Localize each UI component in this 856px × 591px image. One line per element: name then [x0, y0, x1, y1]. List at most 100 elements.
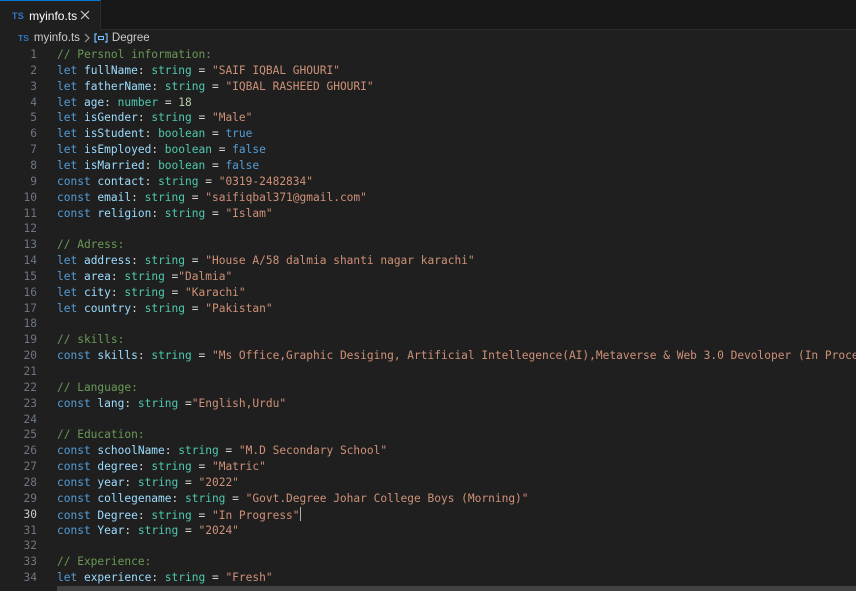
code-line[interactable]: 25 // Education: [0, 427, 856, 443]
code-line[interactable]: 24 [0, 412, 856, 428]
code-token: boolean [164, 143, 212, 157]
code-token: : [144, 174, 159, 188]
code-token: string [137, 523, 179, 537]
code-line[interactable]: 13 // Adress: [0, 237, 856, 253]
code-token: string [144, 254, 186, 268]
code-token: = [191, 508, 212, 522]
code-line[interactable]: 10 const email: string = "saifiqbal371@gm… [0, 190, 856, 206]
code-token: string [164, 571, 206, 585]
code-line[interactable]: 15 let area: string ="Dalmia" [0, 269, 856, 285]
code-text: let area: string ="Dalmia" [57, 269, 232, 285]
code-token: const [57, 508, 98, 522]
line-number: 4 [30, 95, 37, 109]
code-line[interactable]: 2 let fullName: string = "SAIF IQBAL GHOU… [0, 63, 856, 79]
code-line[interactable]: 8 let isMarried: boolean = false [0, 158, 856, 174]
code-token: "Male" [211, 111, 253, 125]
code-line[interactable]: 26 const schoolName: string = "M.D Second… [0, 443, 856, 459]
close-icon[interactable] [78, 8, 92, 22]
code-line[interactable]: 31 const Year: string = "2024" [0, 523, 856, 539]
code-token: string [164, 206, 206, 220]
code-text: const year: string = "2022" [57, 475, 239, 491]
code-token: = [205, 571, 226, 585]
code-line[interactable]: 17 let country: string = "Pakistan" [0, 301, 856, 317]
code-token: let [57, 79, 84, 93]
code-token: "Govt.Degree Johar College Boys (Morning… [245, 491, 529, 505]
code-token: age [83, 95, 105, 109]
code-token: email [97, 190, 132, 204]
code-line[interactable]: 11 const religion: string = "Islam" [0, 206, 856, 222]
code-line[interactable]: 9 const contact: string = "0319-2482834" [0, 174, 856, 190]
tab-myinfo-ts[interactable]: TS myinfo.ts [0, 0, 101, 30]
code-token: area [83, 269, 111, 283]
code-token: : [137, 349, 152, 363]
code-token: "M.D Secondary School" [238, 444, 388, 458]
code-line[interactable]: 20 const skills: string = "Ms Office,Grap… [0, 348, 856, 364]
line-number: 8 [30, 158, 37, 172]
code-line[interactable]: 19 // skills: [0, 332, 856, 348]
code-token: "SAIF IQBAL GHOURI" [211, 63, 340, 77]
code-line[interactable]: 32 [0, 538, 856, 554]
code-token: false [225, 158, 260, 172]
code-editor[interactable]: 1 // Persnol information: 2 let fullName: s… [0, 46, 856, 591]
code-token: = [225, 491, 246, 505]
code-line[interactable]: 6 let isStudent: boolean = true [0, 126, 856, 142]
code-line[interactable]: 22 // Language: [0, 380, 856, 396]
code-token: string [144, 190, 186, 204]
code-line[interactable]: 29 const collegename: string = "Govt.Degr… [0, 491, 856, 507]
code-token: = [218, 444, 239, 458]
code-line[interactable]: 23 const lang: string ="English,Urdu" [0, 396, 856, 412]
code-line[interactable]: 30 const Degree: string = "In Progress" [0, 506, 856, 523]
code-line[interactable]: 21 [0, 364, 856, 380]
code-line[interactable]: 16 let city: string = "Karachi" [0, 285, 856, 301]
code-line[interactable]: 14 let address: string = "House A/58 dalm… [0, 253, 856, 269]
line-number: 25 [23, 428, 37, 442]
code-line[interactable]: 4 let age: number = 18 [0, 95, 856, 111]
code-token: string [124, 285, 165, 299]
code-token: = [178, 523, 199, 537]
code-token: religion [97, 206, 152, 220]
code-token: = [158, 95, 179, 109]
code-token: : [137, 460, 152, 474]
line-number: 20 [23, 349, 37, 363]
code-token: boolean [158, 127, 206, 141]
code-token: Degree [97, 508, 138, 522]
line-number: 21 [23, 365, 37, 378]
code-token: : [151, 571, 165, 585]
line-number: 6 [30, 127, 37, 141]
tab-bar: TS myinfo.ts [0, 0, 856, 30]
code-line[interactable]: 5 let isGender: string = "Male" [0, 110, 856, 126]
code-line[interactable]: 18 [0, 316, 856, 332]
code-token: const [57, 491, 98, 505]
code-token: "Islam" [225, 206, 273, 220]
code-token: isMarried [83, 158, 145, 172]
breadcrumb-symbol[interactable]: Degree [112, 32, 150, 44]
code-token: = [178, 396, 192, 410]
line-number: 31 [23, 523, 37, 537]
horizontal-scrollbar[interactable] [57, 586, 856, 591]
code-token: boolean [158, 158, 206, 172]
code-token: "House A/58 dalmia shanti nagar karachi" [205, 254, 475, 268]
breadcrumb-file[interactable]: myinfo.ts [34, 32, 80, 44]
code-token: let [57, 63, 84, 77]
code-line[interactable]: 3 let fatherName: string = "IQBAL RASHEED… [0, 79, 856, 95]
code-text: let age: number = 18 [57, 95, 192, 111]
code-token: // Experience: [57, 555, 152, 569]
code-token: address [83, 254, 132, 268]
code-token: "IQBAL RASHEED GHOURI" [225, 79, 374, 93]
code-token: : [137, 111, 152, 125]
code-line[interactable]: 7 let isEmployed: boolean = false [0, 142, 856, 158]
code-token: // skills: [57, 333, 125, 347]
code-line[interactable]: 1 // Persnol information: [0, 47, 856, 63]
code-token: string [151, 111, 192, 125]
line-number: 19 [23, 333, 37, 347]
code-token: 18 [178, 95, 192, 109]
code-token: contact [97, 174, 145, 188]
code-line[interactable]: 27 const degree: string = "Matric" [0, 459, 856, 475]
code-line[interactable]: 12 [0, 221, 856, 237]
code-line[interactable]: 34 let experience: string = "Fresh" [0, 570, 856, 586]
code-line[interactable]: 33 // Experience: [0, 554, 856, 570]
code-token: country [83, 301, 132, 315]
code-token: "Matric" [211, 460, 266, 474]
code-line[interactable]: 28 const year: string = "2022" [0, 475, 856, 491]
code-text: const religion: string = "Islam" [57, 206, 273, 222]
